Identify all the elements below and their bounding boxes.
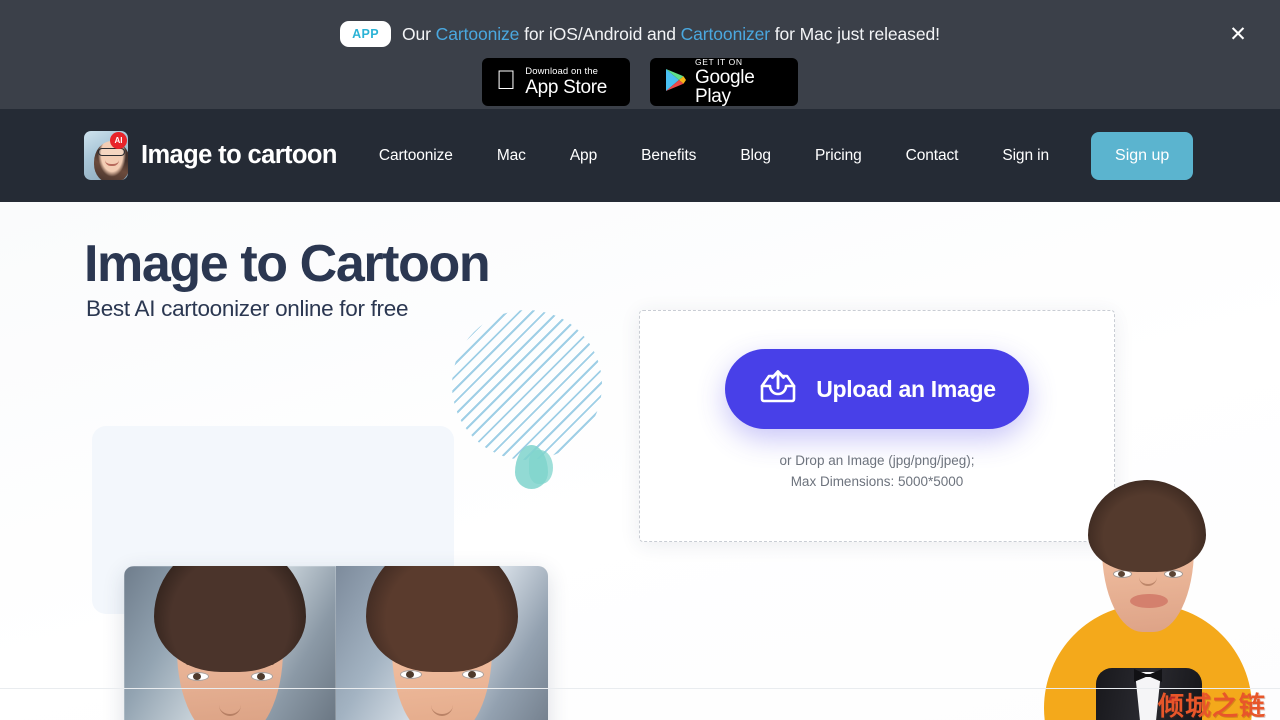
- upload-button-label: Upload an Image: [816, 375, 996, 402]
- promo-text-before: Our: [402, 23, 436, 44]
- nav-item-contact[interactable]: Contact: [884, 147, 981, 165]
- nav-item-mac[interactable]: Mac: [475, 147, 548, 165]
- after-eye-left: [400, 670, 422, 679]
- app-store-button[interactable]:  Download on the App Store: [482, 58, 630, 106]
- promo-text-mid: for iOS/Android and: [519, 23, 681, 44]
- brand-logo[interactable]: AI Image to cartoon: [84, 131, 337, 180]
- character-mouth: [1130, 594, 1168, 608]
- promo-text-after: for Mac just released!: [770, 23, 940, 44]
- nav-item-benefits[interactable]: Benefits: [619, 147, 718, 165]
- brand-avatar-icon: AI: [84, 131, 128, 180]
- before-eye-left: [187, 672, 209, 681]
- page-root: APP Our Cartoonize for iOS/Android and C…: [0, 0, 1280, 720]
- after-image: [336, 566, 548, 720]
- nav-links: Cartoonize Mac App Benefits Blog Pricing…: [357, 131, 1194, 180]
- hero-section: Image to Cartoon Best AI cartoonizer onl…: [0, 202, 1280, 720]
- character-hair: [1088, 480, 1206, 572]
- sign-up-button[interactable]: Sign up: [1091, 131, 1194, 180]
- character-eye-right: [1164, 570, 1183, 578]
- app-store-bottom-label: App Store: [505, 77, 607, 99]
- after-eye-right: [462, 670, 484, 679]
- page-subtitle: Best AI cartoonizer online for free: [86, 296, 409, 321]
- page-title: Image to Cartoon: [84, 235, 491, 293]
- promo-link-cartoonize[interactable]: Cartoonize: [436, 24, 520, 44]
- promo-message-row: APP Our Cartoonize for iOS/Android and C…: [340, 12, 940, 56]
- before-eye-right: [251, 672, 273, 681]
- google-play-icon: [664, 68, 686, 97]
- after-nose: [431, 700, 453, 716]
- google-play-top-label: GET IT ON: [695, 56, 743, 67]
- app-badge: APP: [340, 21, 392, 47]
- nav-item-app[interactable]: App: [548, 147, 619, 165]
- promo-link-cartoonizer[interactable]: Cartoonizer: [681, 24, 770, 44]
- nav-item-sign-in[interactable]: Sign in: [980, 147, 1071, 165]
- google-play-bottom-label: Google Play: [695, 67, 755, 108]
- nav-item-blog[interactable]: Blog: [718, 147, 793, 165]
- avatar-glasses: [98, 148, 125, 156]
- watermark-text: 倾城之链: [1157, 692, 1266, 720]
- striped-circle-decoration: [452, 310, 602, 460]
- main-navbar: AI Image to cartoon Cartoonize Mac App B…: [0, 109, 1280, 202]
- store-badges-row:  Download on the App Store GET IT ON: [482, 58, 798, 106]
- before-image: [124, 566, 336, 720]
- cartoon-character-illustration: [1040, 480, 1258, 720]
- upload-image-button[interactable]: Upload an Image: [725, 349, 1029, 430]
- before-nose: [219, 700, 241, 716]
- before-hair: [154, 566, 306, 672]
- promo-message: Our Cartoonize for iOS/Android and Carto…: [402, 24, 940, 45]
- app-store-top-label: Download on the: [505, 65, 598, 77]
- upload-tray-icon: [758, 368, 798, 410]
- google-play-text: GET IT ON Google Play: [695, 58, 784, 107]
- teal-blob-decoration-2: [529, 450, 553, 484]
- close-icon[interactable]: ✕: [1226, 23, 1250, 47]
- upload-hint-line-1: or Drop an Image (jpg/png/jpeg);: [779, 453, 975, 469]
- brand-name: Image to cartoon: [141, 141, 337, 169]
- footer-divider: [0, 688, 1280, 689]
- ai-badge: AI: [110, 132, 127, 149]
- nav-item-pricing[interactable]: Pricing: [793, 147, 884, 165]
- upload-hint: or Drop an Image (jpg/png/jpeg); Max Dim…: [779, 451, 974, 493]
- upload-hint-line-2: Max Dimensions: 5000*5000: [790, 474, 964, 489]
- nav-item-cartoonize[interactable]: Cartoonize: [357, 147, 475, 165]
- after-hair: [366, 566, 518, 672]
- promo-banner: APP Our Cartoonize for iOS/Android and C…: [0, 0, 1280, 109]
- before-after-image: [124, 566, 548, 720]
- google-play-button[interactable]: GET IT ON Google Play: [650, 58, 798, 106]
- apple-icon: : [496, 66, 516, 94]
- app-store-text: Download on the App Store: [525, 67, 607, 98]
